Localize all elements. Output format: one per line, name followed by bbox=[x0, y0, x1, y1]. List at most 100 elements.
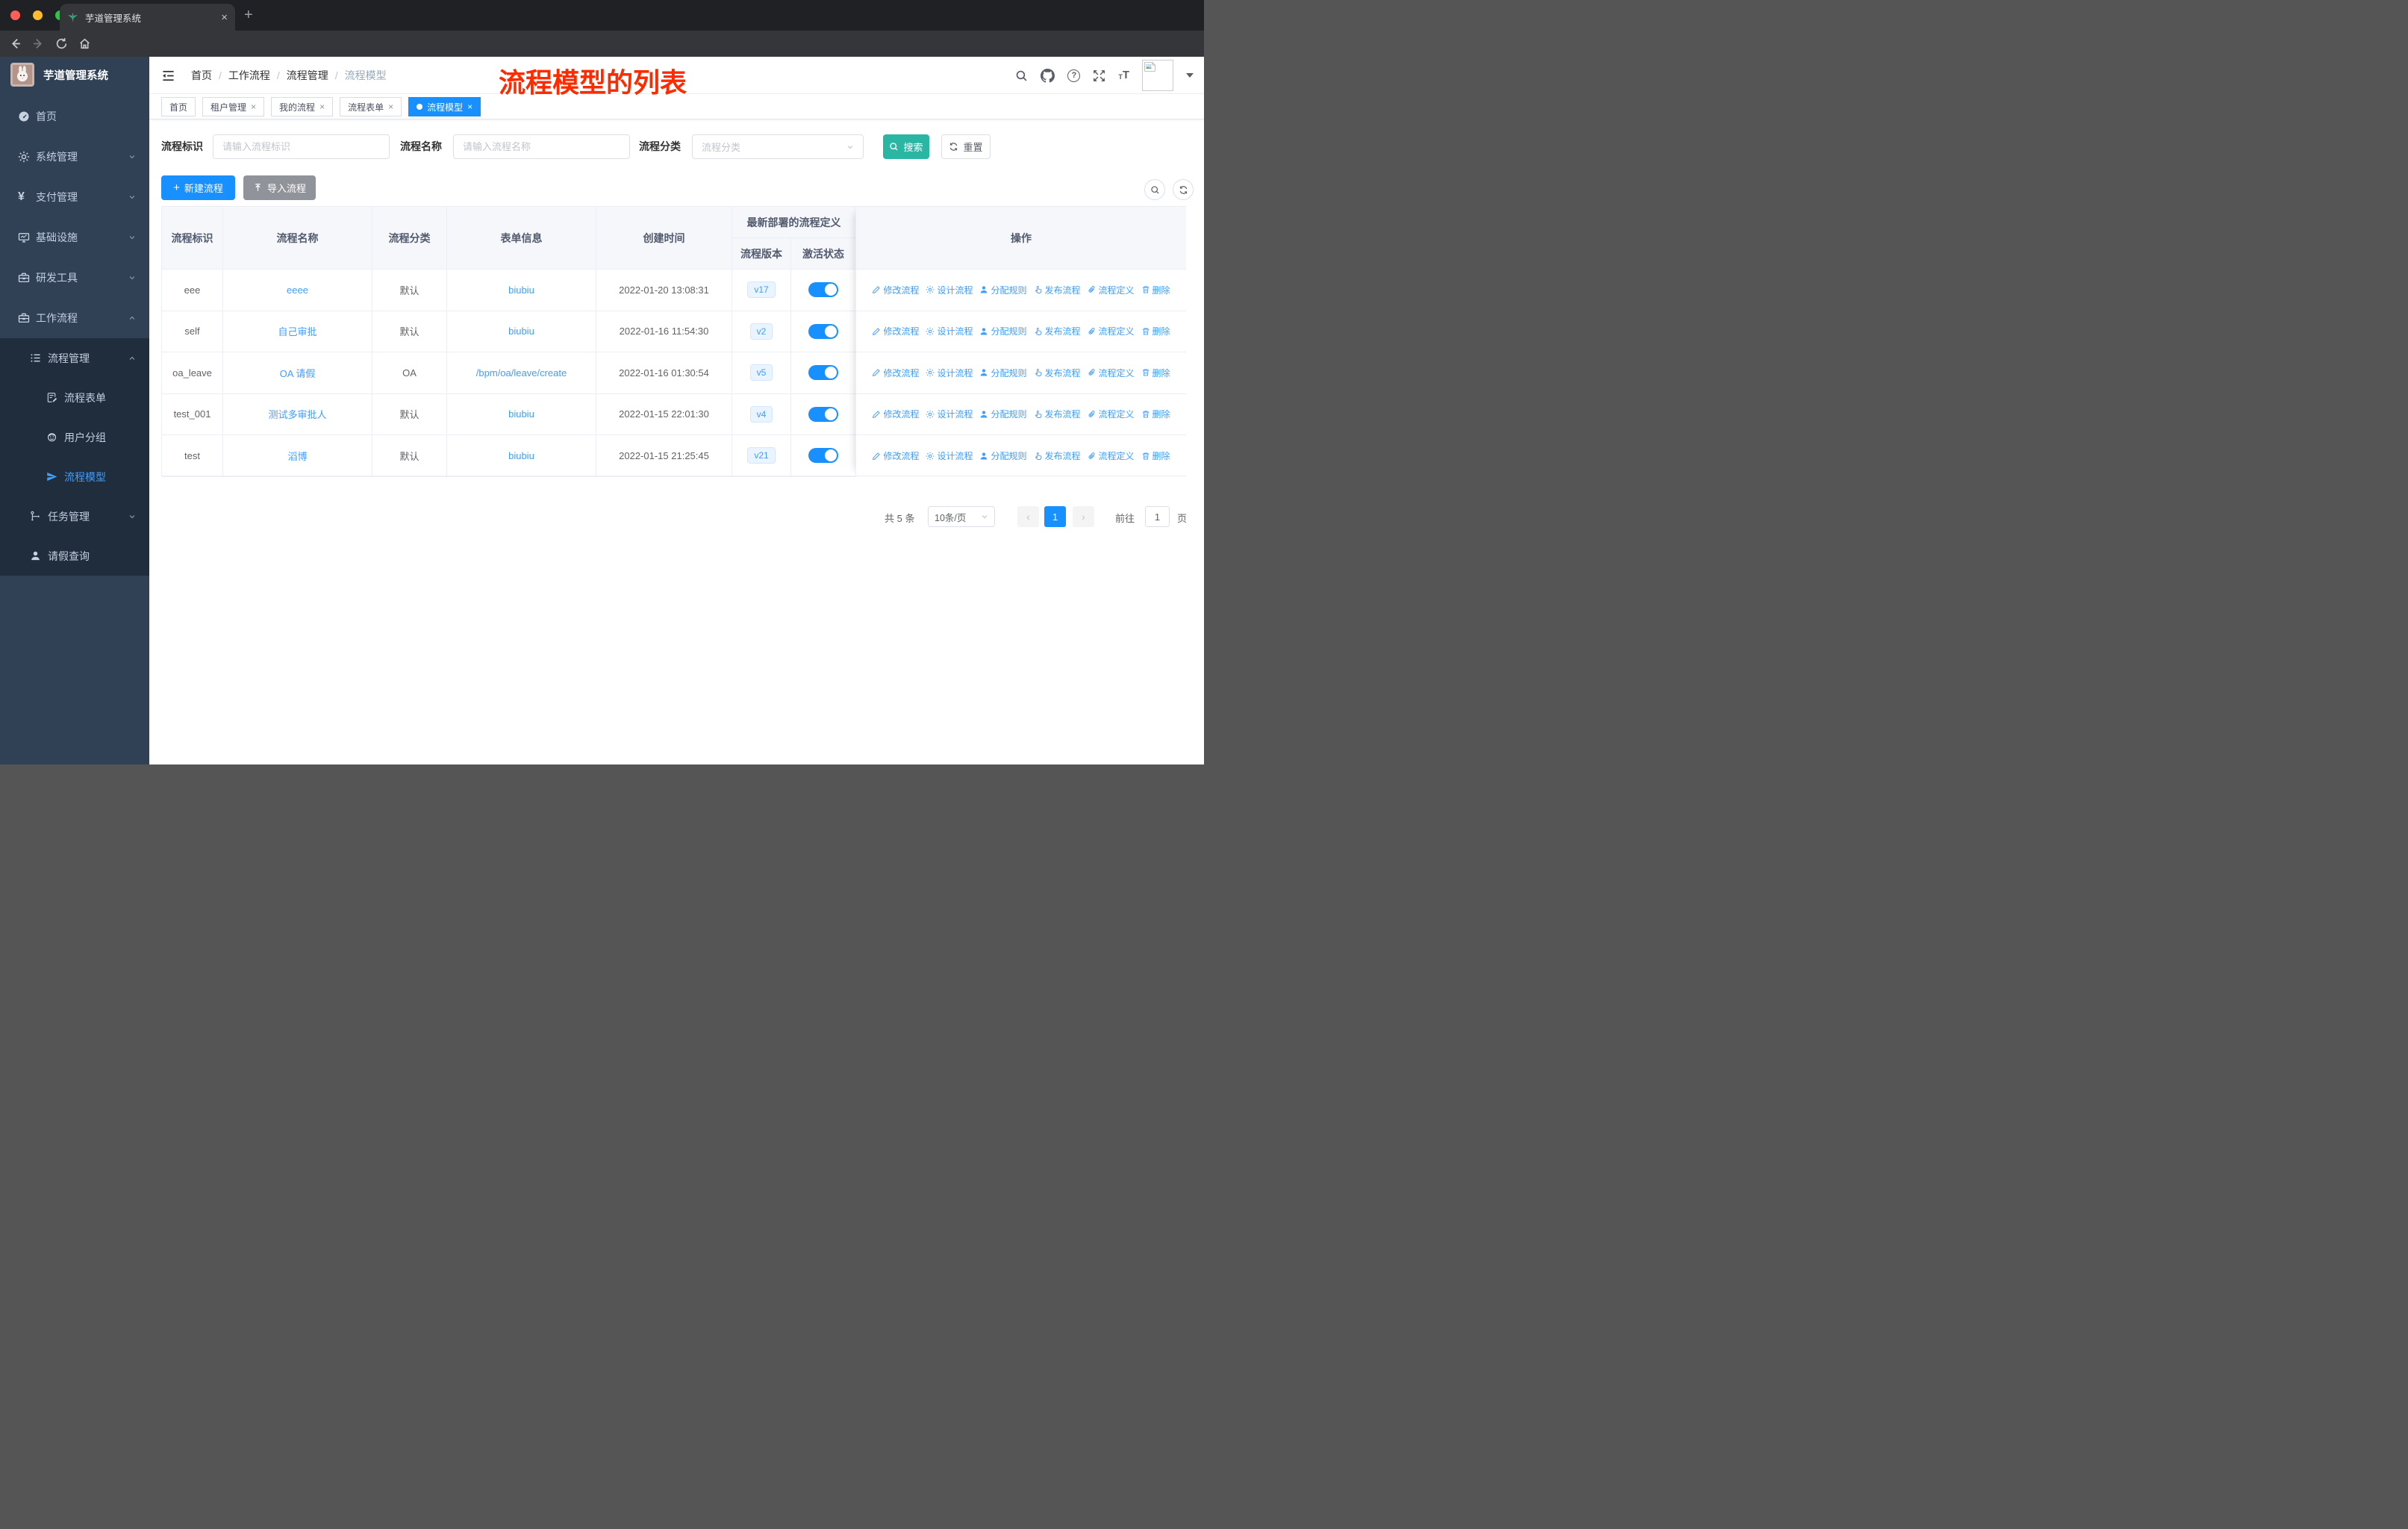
sidebar-item-leave-query[interactable]: 请假查询 bbox=[0, 536, 149, 576]
table-search-button[interactable] bbox=[1144, 179, 1165, 200]
new-tab-button[interactable]: + bbox=[244, 7, 253, 24]
form-link[interactable]: biubiu bbox=[447, 435, 596, 477]
goto-page-input[interactable] bbox=[1145, 506, 1170, 527]
action-modify[interactable]: 修改流程 bbox=[872, 449, 919, 462]
action-delete[interactable]: 删除 bbox=[1141, 449, 1170, 462]
action-design[interactable]: 设计流程 bbox=[926, 367, 973, 379]
help-icon[interactable]: ? bbox=[1067, 69, 1081, 82]
prev-page-button[interactable]: ‹ bbox=[1017, 506, 1039, 527]
action-publish[interactable]: 发布流程 bbox=[1034, 325, 1081, 337]
user-menu-caret-icon[interactable] bbox=[1186, 73, 1194, 78]
back-icon[interactable] bbox=[9, 37, 22, 50]
process-name-link[interactable]: 自己审批 bbox=[223, 311, 372, 352]
minimize-window-button[interactable] bbox=[33, 10, 43, 20]
close-tag-icon[interactable]: × bbox=[467, 102, 472, 112]
form-link[interactable]: /bpm/oa/leave/create bbox=[447, 352, 596, 394]
sidebar-item-home[interactable]: 首页 bbox=[0, 96, 149, 137]
current-page-button[interactable]: 1 bbox=[1044, 506, 1066, 527]
filter-category-select[interactable]: 流程分类 bbox=[692, 134, 864, 159]
process-name-link[interactable]: 测试多审批人 bbox=[223, 393, 372, 435]
sidebar-item-payment[interactable]: ¥ 支付管理 bbox=[0, 177, 149, 217]
tag-tenant[interactable]: 租户管理 × bbox=[202, 97, 265, 116]
sidebar-item-process-model[interactable]: 流程模型 bbox=[0, 457, 149, 496]
fullscreen-icon[interactable] bbox=[1093, 69, 1105, 82]
action-definition[interactable]: 流程定义 bbox=[1088, 367, 1135, 379]
action-assign-rule[interactable]: 分配规则 bbox=[979, 325, 1027, 337]
home-icon[interactable] bbox=[78, 37, 91, 50]
active-toggle[interactable] bbox=[808, 448, 838, 464]
action-publish[interactable]: 发布流程 bbox=[1034, 408, 1081, 420]
action-design[interactable]: 设计流程 bbox=[926, 408, 973, 420]
table-refresh-button[interactable] bbox=[1173, 179, 1194, 200]
filter-key-input[interactable] bbox=[213, 134, 390, 159]
active-toggle[interactable] bbox=[808, 365, 838, 381]
reset-button[interactable]: 重置 bbox=[941, 134, 991, 159]
active-toggle[interactable] bbox=[808, 406, 838, 422]
sidebar-item-system[interactable]: 系统管理 bbox=[0, 137, 149, 177]
filter-name-input[interactable] bbox=[453, 134, 630, 159]
github-icon[interactable] bbox=[1041, 68, 1055, 83]
action-assign-rule[interactable]: 分配规则 bbox=[979, 367, 1027, 379]
import-process-button[interactable]: 导入流程 bbox=[243, 175, 316, 200]
close-window-button[interactable] bbox=[10, 10, 20, 20]
action-assign-rule[interactable]: 分配规则 bbox=[979, 449, 1027, 462]
action-modify[interactable]: 修改流程 bbox=[872, 367, 919, 379]
sidebar-item-process-management[interactable]: 流程管理 bbox=[0, 338, 149, 378]
font-size-icon[interactable]: TT bbox=[1118, 69, 1129, 81]
user-avatar[interactable] bbox=[1142, 60, 1173, 91]
action-definition[interactable]: 流程定义 bbox=[1088, 408, 1135, 420]
sidebar-item-user-group[interactable]: 用户分组 bbox=[0, 417, 149, 457]
page-size-select[interactable]: 10条/页 bbox=[928, 506, 995, 527]
action-definition[interactable]: 流程定义 bbox=[1088, 284, 1135, 296]
breadcrumb-item[interactable]: 工作流程 bbox=[228, 68, 270, 83]
action-delete[interactable]: 删除 bbox=[1141, 408, 1170, 420]
sidebar-item-task-management[interactable]: 任务管理 bbox=[0, 496, 149, 536]
action-design[interactable]: 设计流程 bbox=[926, 325, 973, 337]
header-search-icon[interactable] bbox=[1015, 69, 1028, 82]
sidebar-item-infrastructure[interactable]: 基础设施 bbox=[0, 217, 149, 258]
action-modify[interactable]: 修改流程 bbox=[872, 325, 919, 337]
close-tab-icon[interactable]: × bbox=[221, 11, 228, 24]
create-process-button[interactable]: + 新建流程 bbox=[161, 175, 235, 200]
process-name-link[interactable]: eeee bbox=[223, 270, 372, 311]
action-assign-rule[interactable]: 分配规则 bbox=[979, 284, 1027, 296]
action-publish[interactable]: 发布流程 bbox=[1034, 367, 1081, 379]
app-logo[interactable]: 芋道管理系统 bbox=[0, 57, 149, 93]
browser-tab[interactable]: 芋道管理系统 × bbox=[60, 4, 235, 31]
process-name-link[interactable]: OA 请假 bbox=[223, 352, 372, 394]
action-modify[interactable]: 修改流程 bbox=[872, 408, 919, 420]
form-link[interactable]: biubiu bbox=[447, 393, 596, 435]
tag-home[interactable]: 首页 bbox=[161, 97, 196, 116]
action-assign-rule[interactable]: 分配规则 bbox=[979, 408, 1027, 420]
collapse-sidebar-icon[interactable] bbox=[161, 69, 175, 83]
reload-icon[interactable] bbox=[55, 37, 68, 50]
next-page-button[interactable]: › bbox=[1073, 506, 1094, 527]
action-publish[interactable]: 发布流程 bbox=[1034, 284, 1081, 296]
sidebar-item-devtools[interactable]: 研发工具 bbox=[0, 258, 149, 298]
close-tag-icon[interactable]: × bbox=[319, 102, 325, 112]
tag-my-process[interactable]: 我的流程 × bbox=[271, 97, 334, 116]
tag-process-form[interactable]: 流程表单 × bbox=[340, 97, 402, 116]
form-link[interactable]: biubiu bbox=[447, 270, 596, 311]
breadcrumb-item[interactable]: 流程管理 bbox=[287, 68, 328, 83]
search-button[interactable]: 搜索 bbox=[883, 134, 929, 159]
action-definition[interactable]: 流程定义 bbox=[1088, 449, 1135, 462]
forward-icon[interactable] bbox=[32, 37, 45, 50]
action-modify[interactable]: 修改流程 bbox=[872, 284, 919, 296]
active-toggle[interactable] bbox=[808, 282, 838, 298]
process-name-link[interactable]: 滔博 bbox=[223, 435, 372, 477]
action-delete[interactable]: 删除 bbox=[1141, 284, 1170, 296]
action-design[interactable]: 设计流程 bbox=[926, 449, 973, 462]
breadcrumb-item[interactable]: 首页 bbox=[191, 68, 212, 83]
action-delete[interactable]: 删除 bbox=[1141, 325, 1170, 337]
tag-process-model[interactable]: 流程模型 × bbox=[408, 97, 481, 116]
form-link[interactable]: biubiu bbox=[447, 311, 596, 352]
sidebar-item-workflow[interactable]: 工作流程 bbox=[0, 298, 149, 338]
close-tag-icon[interactable]: × bbox=[388, 102, 393, 112]
action-publish[interactable]: 发布流程 bbox=[1034, 449, 1081, 462]
active-toggle[interactable] bbox=[808, 323, 838, 339]
close-tag-icon[interactable]: × bbox=[251, 102, 256, 112]
action-definition[interactable]: 流程定义 bbox=[1088, 325, 1135, 337]
action-delete[interactable]: 删除 bbox=[1141, 367, 1170, 379]
sidebar-item-process-form[interactable]: 流程表单 bbox=[0, 378, 149, 417]
